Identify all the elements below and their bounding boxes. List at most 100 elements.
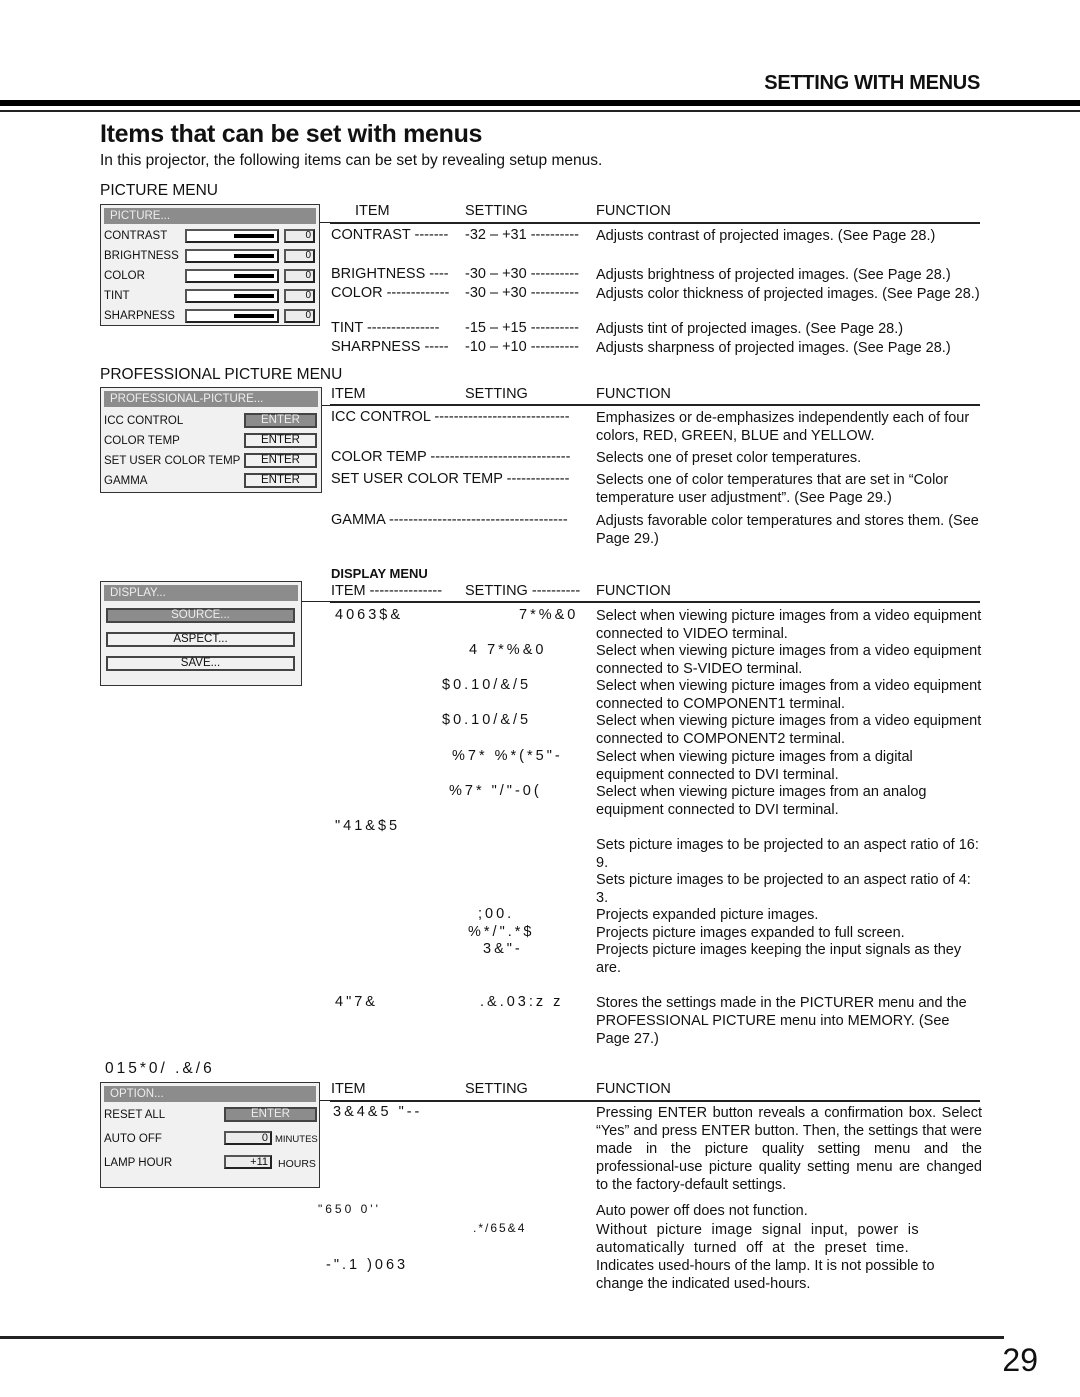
osd-row-label: SET USER COLOR TEMP [104,455,241,467]
table-row-setting: %*/".*$ [468,924,535,940]
col-function: FUNCTION [596,203,671,219]
table-row-function: Projects picture images expanded to full… [596,925,905,941]
table-row-item: BRIGHTNESS ---- [331,266,449,282]
option-osd-panel: OPTION... RESET ALL ENTER AUTO OFF 0 MIN… [100,1082,320,1188]
osd-row-label: LAMP HOUR [104,1157,173,1169]
table-row-setting: -32 – +31 ---------- [465,227,579,243]
display-osd-title: DISPLAY... [104,585,298,601]
col-item: ITEM [355,203,390,219]
table-row-function: Adjusts sharpness of projected images. (… [596,340,951,356]
table-row-function: Adjusts contrast of projected images. (S… [596,228,936,244]
option-menu-heading: 015*0/ .&/6 [105,1060,215,1077]
adjust-slider[interactable] [185,309,279,323]
value-box: 0 [284,229,315,243]
table-rule [330,222,980,224]
table-row-item: TINT --------------- [331,320,440,336]
table-row-function: Without picture image signal input, powe… [596,1222,919,1256]
slider-fill [234,254,274,258]
connector-line [320,1100,330,1101]
col-setting: SETTING [465,203,528,219]
adjust-slider[interactable] [185,229,279,243]
table-row-function: Projects expanded picture images. [596,907,819,923]
footer-rule [0,1336,1004,1339]
table-row-function: Select when viewing picture images from … [596,678,982,712]
osd-row-label: RESET ALL [104,1109,166,1121]
osd-row-label: TINT [104,290,130,302]
adjust-slider[interactable] [185,289,279,303]
table-row-function: Select when viewing picture images from … [596,713,982,747]
lamp-hour-value: +11 [224,1155,272,1169]
connector-line [320,222,330,223]
connector-line [322,405,330,406]
hours-unit: HOURS [278,1158,316,1170]
page-number: 29 [1002,1342,1038,1378]
picture-osd-title: PICTURE... [104,208,316,224]
professional-osd-panel: PROFESSIONAL-PICTURE... ICC CONTROL ENTER… [100,387,322,493]
table-row-function: Selects one of color temperatures that a… [596,472,949,506]
professional-osd-title: PROFESSIONAL-PICTURE... [104,391,318,407]
table-row-function: Adjusts favorable color temperatures and… [596,513,979,547]
table-row-setting: -30 – +30 ---------- [465,266,579,282]
enter-button[interactable]: ENTER [244,433,317,448]
table-group-item: 4"7& [335,994,378,1010]
minutes-unit: MINUTES [275,1134,318,1145]
col-setting: SETTING [465,1081,528,1097]
table-row-setting: 4 7*%&0 [469,642,547,658]
intro-text: In this projector, the following items c… [100,152,603,169]
adjust-slider[interactable] [185,269,279,283]
osd-row-label: AUTO OFF [104,1133,162,1145]
table-row-item: SET USER COLOR TEMP ------------- [331,471,570,487]
reset-all-enter-button[interactable]: ENTER [224,1107,317,1122]
col-setting: SETTING ---------- [465,583,581,599]
table-row-function: Selects one of preset color temperatures… [596,450,862,466]
table-row-function: Stores the settings made in the PICTURER… [596,995,967,1047]
table-rule [330,404,980,406]
table-row-setting: .&.03:z z [480,994,564,1010]
col-item: ITEM [331,1081,366,1097]
table-row-function: Auto power off does not function. [596,1203,808,1219]
osd-row-label: COLOR [104,270,145,282]
auto-off-value[interactable]: 0 [224,1131,272,1145]
enter-button[interactable]: ENTER [244,453,317,468]
table-row-item: COLOR ------------- [331,285,450,301]
slider-fill [234,274,274,278]
table-group-item: "41&$5 [335,818,401,834]
display-menu-button[interactable]: SOURCE... [106,608,295,623]
display-osd-panel: DISPLAY... SOURCE... ASPECT... SAVE... [100,581,302,686]
display-menu-button[interactable]: SAVE... [106,656,295,671]
header-rule-thin [0,110,1080,112]
connector-line [302,601,330,602]
osd-row-label: GAMMA [104,475,148,487]
picture-menu-heading: PICTURE MENU [100,182,218,199]
osd-row-label: ICC CONTROL [104,415,184,427]
table-row-function: Adjusts color thickness of projected ima… [596,286,980,302]
enter-button[interactable]: ENTER [244,473,317,488]
table-row-function: Select when viewing picture images from … [596,749,913,783]
table-row-setting: $0.10/&/5 [442,677,532,693]
option-osd-title: OPTION... [104,1086,316,1102]
adjust-slider[interactable] [185,249,279,263]
table-row-setting: $0.10/&/5 [442,712,532,728]
slider-fill [234,234,274,238]
col-function: FUNCTION [596,583,671,599]
enter-button[interactable]: ENTER [244,413,317,428]
display-menu-button[interactable]: ASPECT... [106,632,295,647]
table-row-function: Adjusts brightness of projected images. … [596,267,951,283]
section-title: SETTING WITH MENUS [764,72,980,94]
col-function: FUNCTION [596,386,671,402]
table-row-item: CONTRAST ------- [331,227,449,243]
col-setting: SETTING [465,386,528,402]
table-group-item: 4063$& [335,607,403,623]
table-row-setting: 7*%&0 [519,607,579,623]
display-menu-heading: DISPLAY MENU [331,566,428,581]
table-row-setting: -30 – +30 ---------- [465,285,579,301]
table-row-item: -".1 )063 [326,1257,409,1273]
table-row-function: Select when viewing picture images from … [596,643,982,677]
osd-row-label: COLOR TEMP [104,435,180,447]
table-row-item: ICC CONTROL ---------------------------- [331,409,570,425]
table-rule [330,1100,980,1102]
table-row-setting: -15 – +15 ---------- [465,320,579,336]
page-title: Items that can be set with menus [100,120,483,148]
table-row-setting: %7* "/"-0( [449,783,542,799]
picture-osd-panel: PICTURE... CONTRAST 0 BRIGHTNESS 0 COLOR 0 TIN… [100,204,320,326]
